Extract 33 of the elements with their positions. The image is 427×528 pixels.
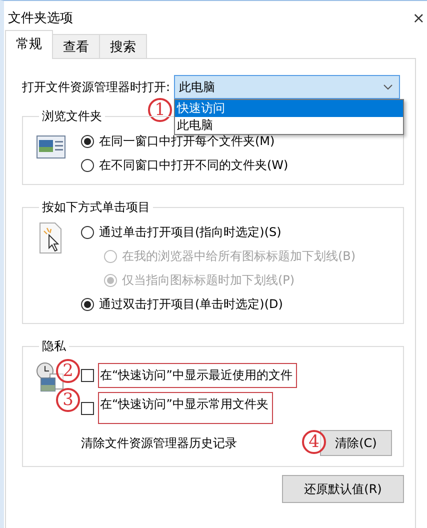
clear-history-label: 清除文件资源管理器历史记录 — [81, 434, 237, 452]
number-marker: 3 — [56, 388, 80, 412]
dropdown-option[interactable]: 此电脑 — [175, 117, 404, 134]
checkbox[interactable] — [81, 369, 94, 382]
checkbox[interactable] — [81, 402, 94, 414]
number-marker: 1 — [148, 98, 172, 122]
option-label: 通过单击打开项目(指向时选定)(S) — [99, 224, 282, 241]
option-label: 通过双击打开项目(单击时选定)(D) — [99, 296, 283, 313]
option-label: 在不同窗口中打开不同的文件夹(W) — [99, 157, 288, 174]
field-label: 打开文件资源管理器时打开: — [22, 78, 170, 96]
tab[interactable]: 搜索 — [99, 34, 147, 58]
option-label: 在“快速访问”中显示最近使用的文件 — [98, 363, 298, 388]
close-button[interactable]: × — [412, 8, 425, 26]
group-title: 按如下方式单击项目 — [41, 199, 151, 216]
option-label: 在我的浏览器中给所有图标标题加下划线(B) — [122, 248, 356, 265]
radio-button[interactable] — [81, 226, 94, 239]
radio-button[interactable] — [81, 135, 94, 148]
option-label: 仅当指向图标标题时加下划线(P) — [122, 272, 295, 289]
group-title: 浏览文件夹 — [41, 108, 103, 125]
dropdown[interactable]: 此电脑 — [174, 75, 400, 99]
group-title: 隐私 — [41, 338, 67, 355]
chevron-down-icon — [383, 84, 394, 90]
tab[interactable]: 常规 — [5, 30, 53, 59]
clear-button[interactable]: 清除(C) — [320, 430, 392, 456]
radio-button[interactable] — [81, 298, 94, 311]
tab[interactable]: 查看 — [52, 34, 100, 58]
number-marker: 2 — [56, 359, 80, 383]
dropdown-option[interactable]: 快速访问 — [175, 100, 404, 117]
option-label: 在“快速访问”中显示常用文件夹 — [98, 392, 274, 424]
window-title: 文件夹选项 — [8, 10, 73, 26]
option-label: 在同一窗口中打开每个文件夹(M) — [99, 133, 275, 150]
restore-defaults-button[interactable]: 还原默认值(R) — [282, 475, 404, 503]
radio-button[interactable] — [81, 159, 94, 172]
